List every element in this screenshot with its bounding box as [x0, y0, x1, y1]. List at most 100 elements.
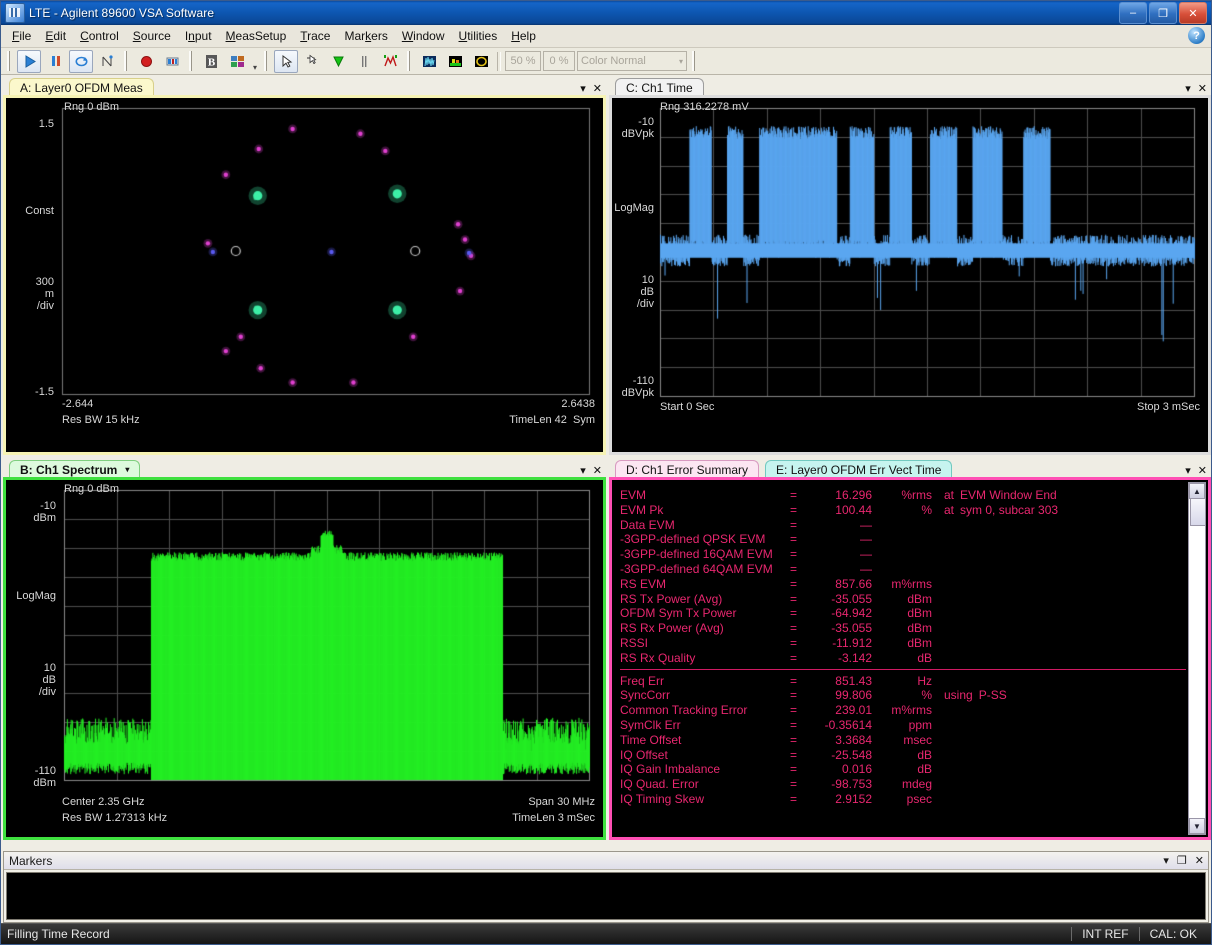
error-row: RSSI = -11.912 dBm — [620, 636, 1186, 651]
error-row-equals: = — [790, 532, 798, 547]
window-a-minimize-icon[interactable]: ▾ — [580, 84, 586, 95]
error-row-value: — — [860, 517, 872, 532]
window-b-close-icon[interactable]: ✕ — [593, 466, 602, 477]
menu-window[interactable]: Window — [395, 27, 452, 45]
toolbar-grip-6[interactable] — [691, 51, 698, 71]
play-run-icon[interactable] — [17, 49, 41, 73]
close-button[interactable]: ✕ — [1179, 2, 1207, 24]
span-label-b: Span 30 MHz — [528, 796, 595, 808]
markers-restore-icon[interactable]: ❐ — [1177, 854, 1187, 867]
minimize-button[interactable]: – — [1119, 2, 1147, 24]
tab-caret-down-icon[interactable]: ▾ — [125, 465, 129, 474]
error-summary-scrollbar[interactable]: ▲ ▼ — [1188, 482, 1206, 835]
tab-ch1-error-summary[interactable]: D: Ch1 Error Summary — [615, 460, 760, 478]
playback-icon[interactable] — [160, 50, 184, 73]
error-row-value: 100.44 — [835, 502, 872, 517]
grid-layout-icon[interactable] — [225, 50, 249, 73]
error-row-value: -98.753 — [831, 777, 872, 792]
error-row-unit: psec — [906, 791, 932, 806]
timelen-label-a: TimeLen 42 Sym — [509, 414, 595, 426]
toolbar-grip-5[interactable] — [406, 51, 413, 71]
menu-control[interactable]: Control — [73, 27, 126, 45]
marker-arrow-icon[interactable] — [300, 50, 324, 73]
error-row-note: at EVM Window End — [944, 488, 1057, 502]
menu-trace[interactable]: Trace — [293, 27, 337, 45]
error-row: IQ Offset = -25.548 dB — [620, 748, 1186, 763]
tab-ch1-spectrum[interactable]: B: Ch1 Spectrum ▾ — [9, 460, 141, 478]
markers-close-icon[interactable]: ✕ — [1195, 854, 1204, 867]
error-row-unit: dB — [917, 650, 932, 665]
marker-m-icon[interactable] — [378, 50, 402, 73]
error-row: IQ Timing Skew = 2.9152 psec — [620, 792, 1186, 807]
tab-layer0-ofdm-err-vect-time[interactable]: E: Layer0 OFDM Err Vect Time — [765, 460, 953, 478]
window-d-close-icon[interactable]: ✕ — [1198, 466, 1207, 477]
error-row-unit: msec — [903, 732, 932, 747]
menu-markers[interactable]: Markers — [337, 27, 394, 45]
error-row-equals: = — [790, 732, 798, 747]
markers-dock-body[interactable] — [6, 872, 1206, 920]
marker-peak-icon[interactable] — [326, 50, 350, 73]
bold-b-icon[interactable]: B — [199, 50, 223, 73]
restart-icon[interactable] — [69, 49, 93, 73]
scroll-down-icon[interactable]: ▼ — [1189, 818, 1205, 834]
error-row-label: IQ Gain Imbalance — [620, 762, 721, 777]
tab-ch1-time[interactable]: C: Ch1 Time — [615, 78, 704, 96]
error-row-label: EVM Pk — [620, 502, 664, 517]
error-summary-panel[interactable]: EVM = 16.296 %rms at EVM Window End EVM Pk = 100… — [612, 480, 1208, 837]
menu-edit[interactable]: Edit — [38, 27, 73, 45]
ch1-spectrum-plot[interactable]: Rng 0 dBm -10 dBm LogMag 10 dB /div -110… — [3, 477, 606, 840]
menu-utilities[interactable]: Utilities — [452, 27, 505, 45]
error-row-label: RS EVM — [620, 576, 667, 591]
persistence-percent-field[interactable]: 50 % — [505, 51, 541, 71]
window-b-minimize-icon[interactable]: ▾ — [580, 466, 586, 477]
toolbar-grip-2[interactable] — [123, 51, 130, 71]
spectrogram-icon[interactable] — [417, 50, 441, 73]
status-cells: INT REF CAL: OK — [1071, 927, 1207, 941]
tab-ch1-spectrum-label: B: Ch1 Spectrum — [20, 462, 118, 477]
toolbar-grip[interactable] — [6, 51, 13, 71]
error-row-label: IQ Timing Skew — [620, 791, 705, 806]
error-row-equals: = — [790, 502, 798, 517]
single-step-icon[interactable] — [95, 50, 119, 73]
waterfall-icon[interactable] — [443, 50, 467, 73]
floor-percent-field[interactable]: 0 % — [543, 51, 575, 71]
menu-help[interactable]: Help — [504, 27, 543, 45]
tab-layer0-ofdm-meas[interactable]: A: Layer0 OFDM Meas — [9, 78, 154, 96]
constellation-plot[interactable]: Rng 0 dBm 1.5 Const 300 m /div -1.5 -2.6… — [3, 95, 606, 455]
error-row-equals: = — [790, 606, 798, 621]
error-row-equals: = — [790, 591, 798, 606]
menu-input[interactable]: Input — [178, 27, 219, 45]
error-row-value: 99.806 — [835, 688, 872, 703]
color-scheme-select[interactable]: Color Normal ▾ — [577, 51, 687, 71]
color-map-icon[interactable] — [469, 50, 493, 73]
scrollbar-thumb[interactable] — [1190, 498, 1206, 526]
maximize-button[interactable]: ❐ — [1149, 2, 1177, 24]
window-c-close-icon[interactable]: ✕ — [1198, 84, 1207, 95]
error-row-label: Time Offset — [620, 732, 682, 747]
toolbar-grip-3[interactable] — [188, 51, 195, 71]
error-row-equals: = — [790, 747, 798, 762]
menu-file[interactable]: FFileile — [5, 27, 38, 45]
window-a-close-icon[interactable]: ✕ — [593, 84, 602, 95]
help-icon[interactable]: ? — [1188, 27, 1205, 44]
marker-bar-icon[interactable] — [352, 50, 376, 73]
grid-layout-dropdown-icon[interactable]: ▾ — [250, 51, 260, 72]
ch1-time-plot-inner: Rng 316.2278 mV -10 dBVpk LogMag 10 dB /… — [612, 98, 1208, 452]
menu-meassetup[interactable]: MeasSetup — [219, 27, 294, 45]
error-row-value: 16.296 — [835, 488, 872, 502]
error-row: RS EVM = 857.66 m%rms — [620, 577, 1186, 592]
toolbar-grip-4[interactable] — [263, 51, 270, 71]
window-d-minimize-icon[interactable]: ▾ — [1185, 466, 1191, 477]
select-pointer-icon[interactable] — [274, 49, 298, 73]
scroll-up-icon[interactable]: ▲ — [1189, 483, 1205, 499]
error-row-note: using P-SS — [944, 688, 1007, 703]
record-icon[interactable] — [134, 50, 158, 73]
ch1-time-plot[interactable]: Rng 316.2278 mV -10 dBVpk LogMag 10 dB /… — [609, 95, 1211, 455]
pause-icon[interactable] — [43, 50, 67, 73]
menu-bar: FFileile Edit Control Source Input MeasS… — [1, 25, 1211, 48]
menu-source[interactable]: Source — [126, 27, 178, 45]
markers-minimize-icon[interactable]: ▾ — [1163, 854, 1169, 867]
error-row: SyncCorr = 99.806% using P-SS — [620, 688, 1186, 703]
range-label-c: Rng 316.2278 mV — [660, 101, 749, 113]
window-c-minimize-icon[interactable]: ▾ — [1185, 84, 1191, 95]
